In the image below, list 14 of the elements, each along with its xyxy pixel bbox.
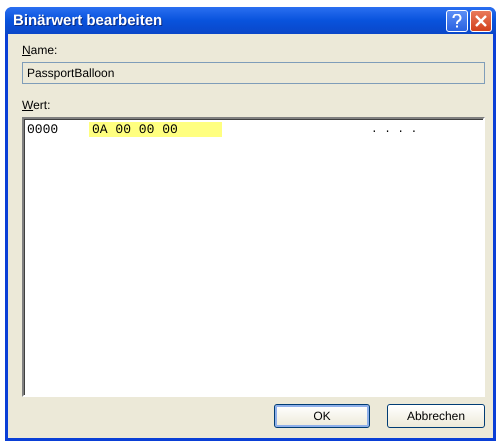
close-button[interactable] [470,10,492,32]
cancel-button[interactable]: Abbrechen [387,404,485,428]
ok-button[interactable]: OK [274,404,370,428]
name-label: Name: [22,43,58,57]
hex-editor[interactable]: 0000 0A 00 00 00 . . . . [22,117,485,397]
help-icon [452,14,462,28]
window-title: Binärwert bearbeiten [13,12,162,29]
name-field[interactable]: PassportBalloon [22,62,485,84]
close-icon [475,14,487,26]
hex-bytes: 0A 00 00 00 [89,122,222,137]
offset-text: 0000 [27,122,60,137]
ascii-text: . . . . [371,124,418,136]
help-button[interactable] [446,10,468,32]
value-label: Wert: [22,98,52,112]
